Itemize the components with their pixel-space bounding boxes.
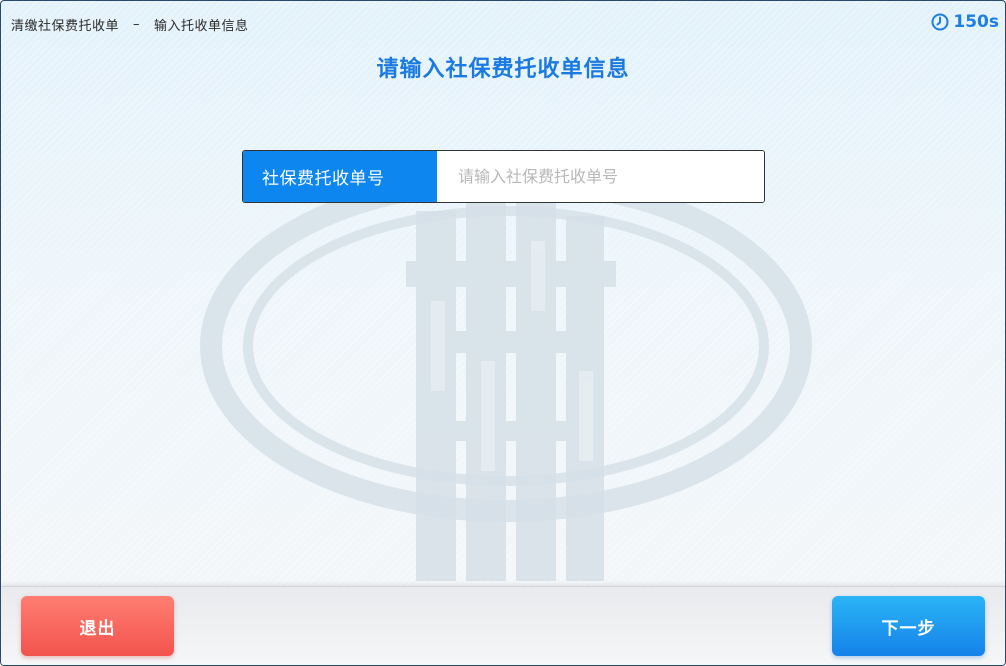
countdown-timer: 150s <box>931 12 999 32</box>
collection-number-label: 社保费托收单号 <box>243 151 437 202</box>
kiosk-screen: 清缴社保费托收单 – 输入托收单信息 150s 请输入社保费托收单信息 社保费托… <box>0 0 1006 666</box>
breadcrumb-step-1: 清缴社保费托收单 <box>11 19 120 34</box>
page-title: 请输入社保费托收单信息 <box>376 57 630 82</box>
collection-number-field: 社保费托收单号 <box>242 150 765 203</box>
next-step-button[interactable]: 下一步 <box>832 596 985 656</box>
breadcrumb-step-2: 输入托收单信息 <box>154 19 249 34</box>
breadcrumb: 清缴社保费托收单 – 输入托收单信息 <box>11 15 249 34</box>
breadcrumb-separator: – <box>133 17 141 32</box>
clock-icon <box>931 13 949 31</box>
footer-bar: 退出 下一步 <box>1 586 1005 665</box>
collection-number-input[interactable] <box>437 151 764 202</box>
timer-value: 150s <box>953 12 999 32</box>
exit-button[interactable]: 退出 <box>21 596 174 656</box>
